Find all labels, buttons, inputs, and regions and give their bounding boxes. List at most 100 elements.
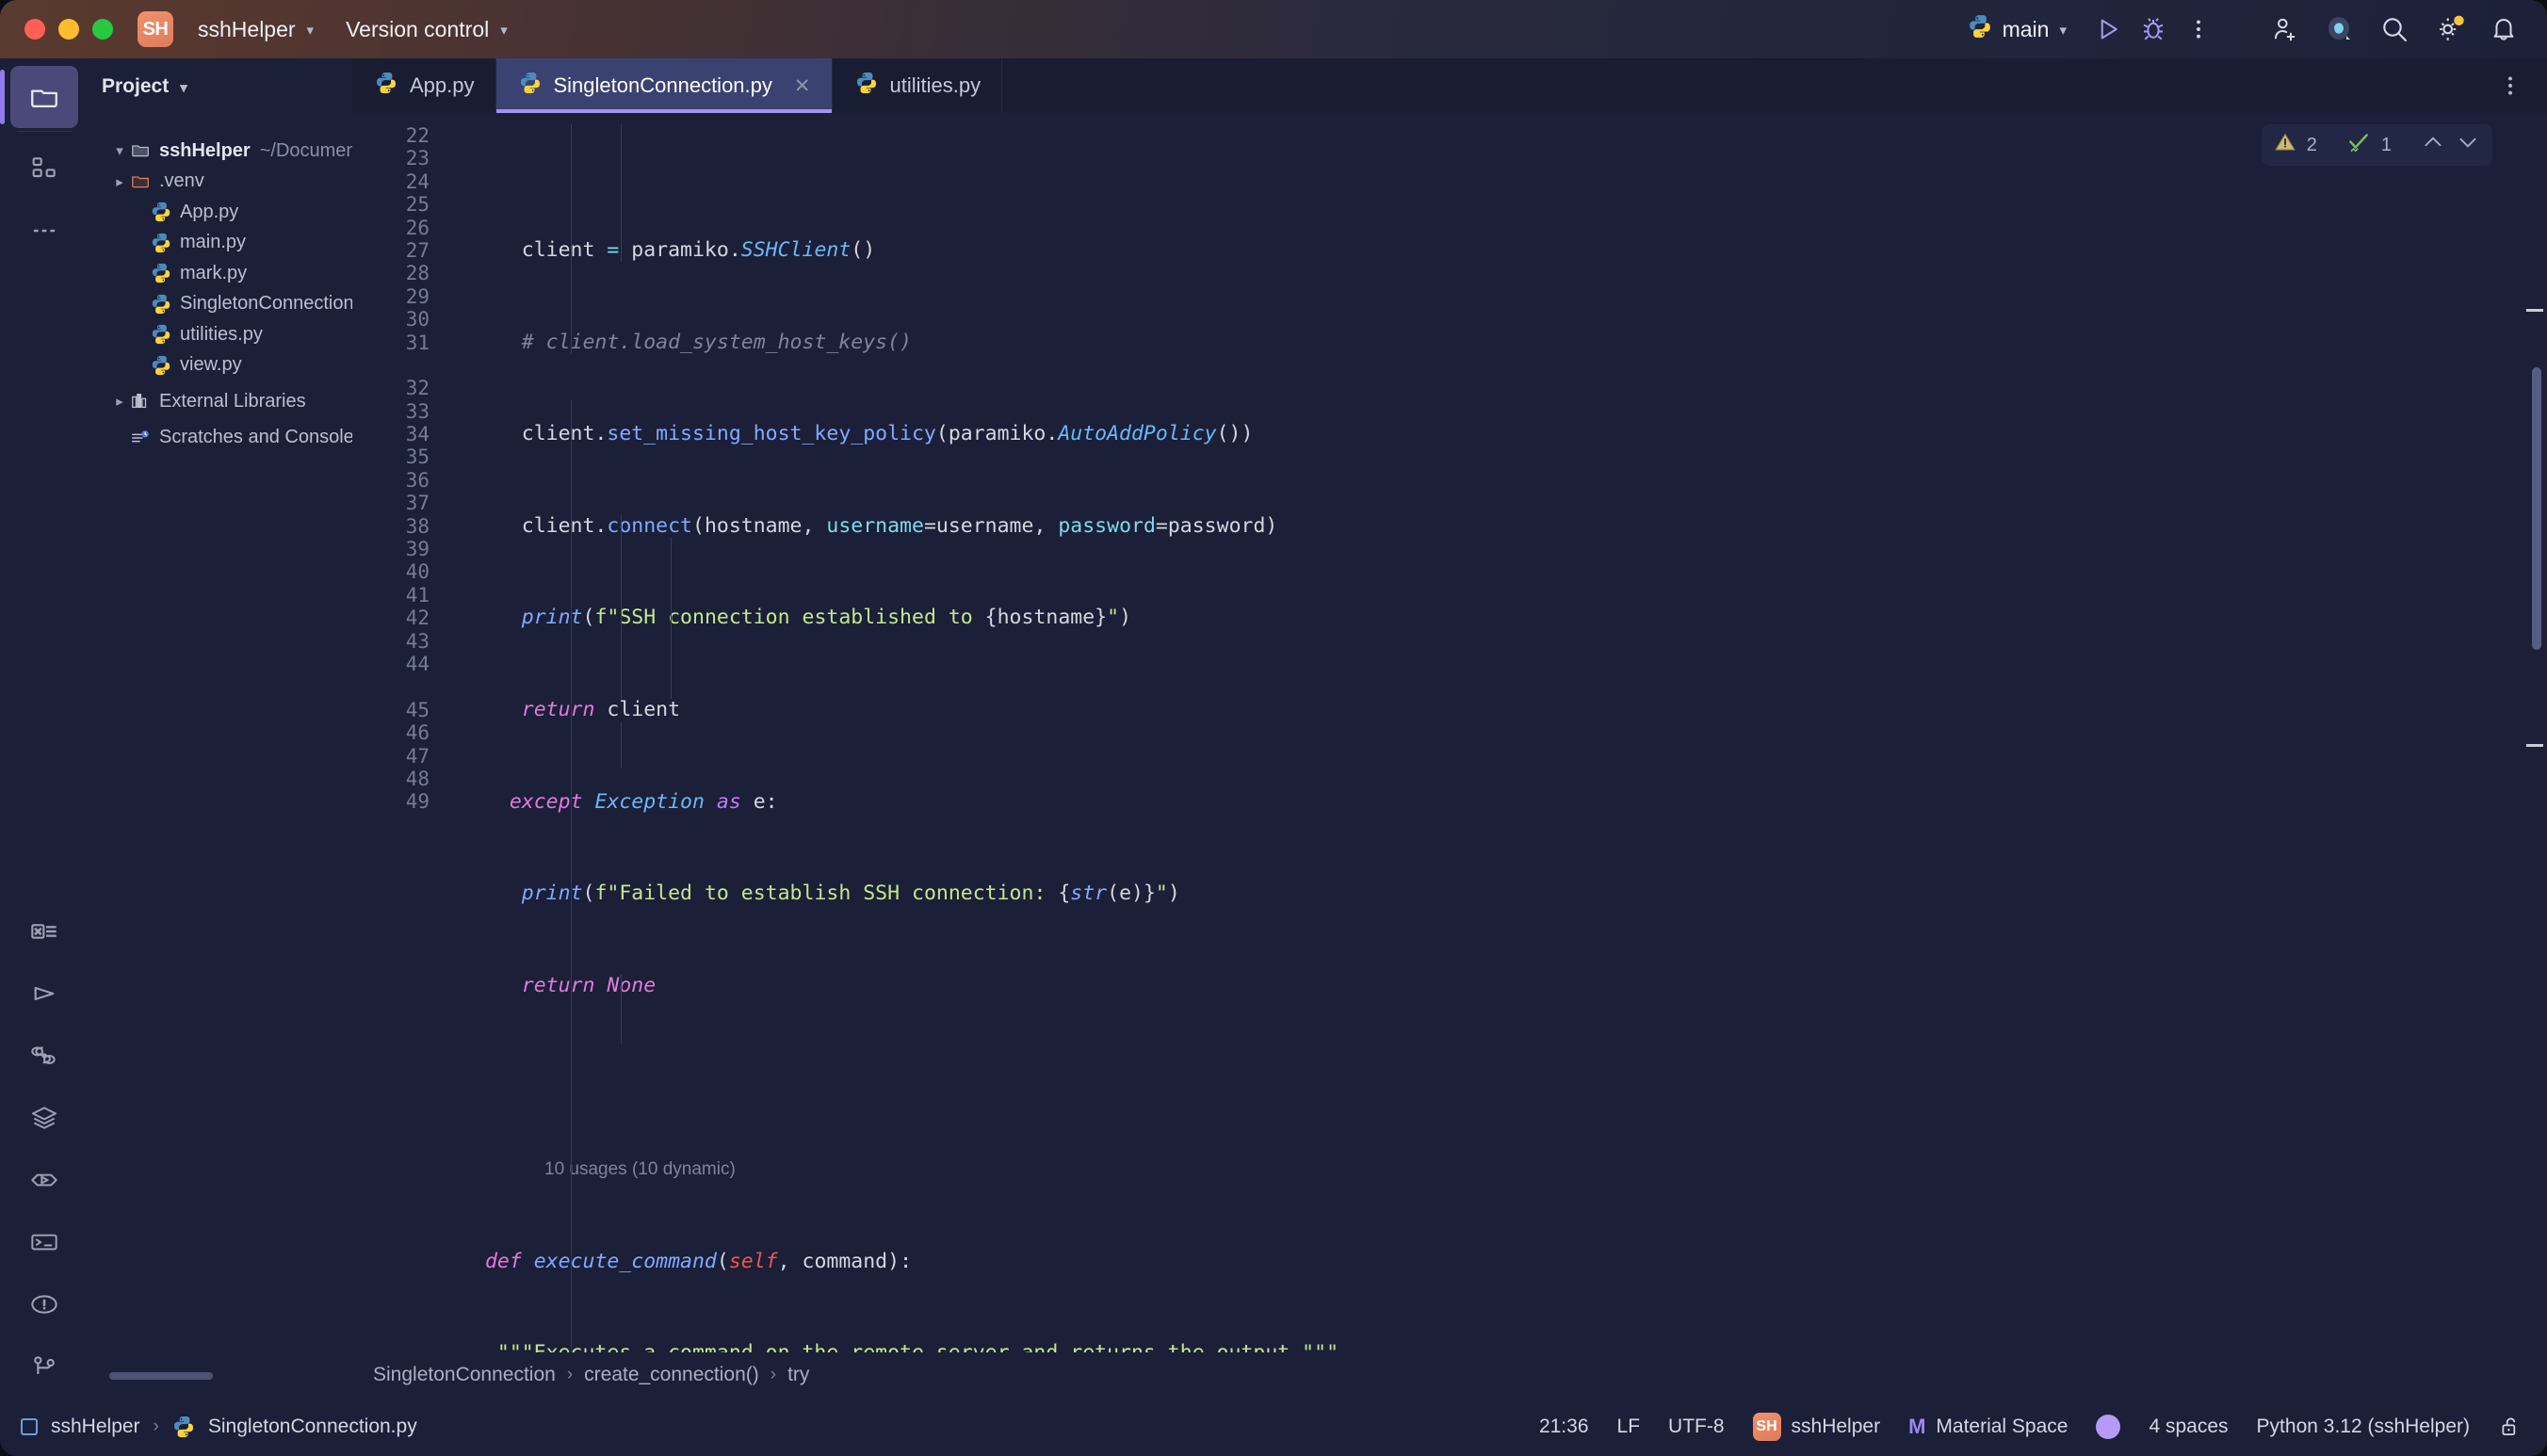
status-indicator-dot[interactable] xyxy=(2096,1415,2121,1439)
editor-tab-options-button[interactable] xyxy=(2474,58,2547,113)
tree-item-mark-py[interactable]: mark.py xyxy=(92,258,352,289)
collapse-arrow-icon[interactable]: ▾ xyxy=(109,142,130,159)
notifications-button[interactable] xyxy=(2481,7,2526,52)
expand-arrow-icon[interactable]: ▸ xyxy=(109,173,130,190)
version-control-label: Version control xyxy=(346,16,490,41)
close-window-button[interactable] xyxy=(24,19,45,40)
structure-icon xyxy=(32,157,56,178)
usage-hint[interactable]: 10 usages (10 dynamic) xyxy=(446,1158,2519,1181)
python-interpreter[interactable]: Python 3.12 (sshHelper) xyxy=(2257,1416,2470,1438)
version-control-menu[interactable]: Version control ▾ xyxy=(336,13,517,46)
editor-scrollbar-area[interactable] xyxy=(2519,113,2547,1352)
line-number: 46 xyxy=(405,721,430,745)
status-file-name[interactable]: SingletonConnection.py xyxy=(208,1416,417,1438)
line-separator[interactable]: LF xyxy=(1617,1416,1641,1438)
gutter-hint-spacer: . xyxy=(352,675,430,698)
tab-bar-spacer xyxy=(1002,58,2474,113)
project-tree: ▾ sshHelper~/Documents/ ▸ xyxy=(92,115,352,1354)
sidebar-item-terminal[interactable] xyxy=(10,1211,78,1273)
tree-item-scratches-and-consoles[interactable]: Scratches and Consoles xyxy=(92,423,352,454)
more-actions-button[interactable] xyxy=(2176,7,2221,52)
sidebar-item-services[interactable] xyxy=(10,1087,78,1149)
problems-icon xyxy=(31,1295,57,1314)
window-controls[interactable] xyxy=(24,19,113,40)
material-theme-icon: M xyxy=(1908,1415,1926,1438)
sidebar-item-database[interactable] xyxy=(10,900,78,963)
run-config-label: main xyxy=(2002,16,2050,41)
warning-count: 2 xyxy=(2306,134,2317,155)
sidebar-item-version-control[interactable] xyxy=(10,1335,78,1398)
tree-item-utilities-py[interactable]: utilities.py xyxy=(92,319,352,350)
chevron-down-icon[interactable] xyxy=(2456,130,2480,160)
tree-item-external-libraries[interactable]: ▸ External Libraries xyxy=(92,386,352,417)
theme-selector[interactable]: M Material Space xyxy=(1908,1415,2068,1439)
code-line-25: client.connect(hostname, username=userna… xyxy=(521,513,1278,538)
unlocked-icon[interactable] xyxy=(2498,1415,2523,1439)
tree-item-singletonconnection-py[interactable]: SingletonConnection.p xyxy=(92,289,352,320)
settings-button[interactable] xyxy=(2426,7,2472,52)
gutter-hint-spacer: . xyxy=(352,354,430,377)
expand-arrow-icon[interactable]: ▸ xyxy=(109,393,130,410)
run-button[interactable] xyxy=(2085,7,2131,52)
tree-item-label: utilities.py xyxy=(180,323,263,345)
tab-utilities-py[interactable]: utilities.py xyxy=(833,58,1003,113)
debug-button[interactable] xyxy=(2131,7,2176,52)
run-configuration-selector[interactable]: main ▾ xyxy=(1968,14,2067,44)
sidebar-item-more-tool-windows[interactable] xyxy=(10,200,78,262)
chevron-down-icon[interactable]: ▾ xyxy=(180,79,187,96)
line-number: 23 xyxy=(405,147,430,170)
minimize-window-button[interactable] xyxy=(58,19,79,40)
add-user-button[interactable] xyxy=(2263,7,2308,52)
titlebar-right-actions xyxy=(2263,7,2526,52)
sidebar-item-structure[interactable] xyxy=(10,138,78,200)
vertical-scrollbar-thumb[interactable] xyxy=(2532,367,2541,650)
sidebar-item-python-packages[interactable] xyxy=(10,1025,78,1087)
project-panel-header[interactable]: Project ▾ xyxy=(92,58,352,115)
breadcrumb-item-method[interactable]: create_connection() xyxy=(584,1364,759,1386)
tree-item-app-py[interactable]: App.py xyxy=(92,197,352,228)
python-file-icon xyxy=(151,294,171,315)
file-encoding[interactable]: UTF-8 xyxy=(1668,1416,1725,1438)
breadcrumb-item-block[interactable]: try xyxy=(787,1364,809,1386)
line-number: 25 xyxy=(405,193,430,217)
sidebar-item-problems[interactable] xyxy=(10,1273,78,1335)
source-code[interactable]: client = paramiko.SSHClient() # client.l… xyxy=(446,113,2519,1352)
project-name-menu[interactable]: sshHelper ▾ xyxy=(188,13,323,46)
run-anything-icon xyxy=(31,1173,57,1187)
line-number: 39 xyxy=(405,538,430,561)
tree-item-venv[interactable]: ▸ .venv xyxy=(92,167,352,198)
search-button[interactable] xyxy=(2372,7,2417,52)
python-file-icon xyxy=(151,263,171,283)
code-editor[interactable]: 2 1 22 23 24 25 26 27 28 29 30 31 32 33 … xyxy=(352,113,2547,1352)
status-project-name[interactable]: sshHelper xyxy=(51,1416,140,1438)
cursor-position[interactable]: 21:36 xyxy=(1539,1416,1589,1438)
interpreter-project[interactable]: SH sshHelper xyxy=(1752,1413,1880,1441)
line-number: 40 xyxy=(405,560,430,584)
sidebar-item-run[interactable] xyxy=(10,963,78,1025)
line-number: 22 xyxy=(405,124,430,147)
code-line-23: # client.load_system_host_keys() xyxy=(521,330,912,354)
tab-app-py[interactable]: App.py xyxy=(352,58,496,113)
code-content[interactable]: client = paramiko.SSHClient() # client.l… xyxy=(446,113,2519,1352)
tree-item-main-py[interactable]: main.py xyxy=(92,228,352,259)
run-triangle-icon xyxy=(34,986,55,1001)
horizontal-scrollbar[interactable] xyxy=(109,1372,213,1380)
close-tab-icon[interactable]: ✕ xyxy=(794,74,811,98)
status-bar-left: sshHelper › SingletonConnection.py xyxy=(21,1416,417,1438)
sidebar-item-run-anything[interactable] xyxy=(10,1149,78,1211)
scratches-icon xyxy=(130,428,151,448)
sidebar-item-project[interactable] xyxy=(0,66,78,128)
tree-item-label: main.py xyxy=(180,232,247,253)
theme-label: Material Space xyxy=(1936,1416,2068,1437)
breadcrumb-item-class[interactable]: SingletonConnection xyxy=(373,1364,556,1386)
tree-item-view-py[interactable]: view.py xyxy=(92,350,352,381)
tab-singletonconnection-py[interactable]: SingletonConnection.py ✕ xyxy=(495,58,833,113)
maximize-window-button[interactable] xyxy=(92,19,113,40)
ok-count: 1 xyxy=(2380,134,2392,155)
tree-item-sshhelper[interactable]: ▾ sshHelper~/Documents/ xyxy=(92,136,352,167)
ai-assistant-button[interactable] xyxy=(2317,7,2362,52)
indent-setting[interactable]: 4 spaces xyxy=(2149,1416,2228,1438)
inspections-widget[interactable]: 2 1 xyxy=(2261,124,2492,166)
chevron-up-icon[interactable] xyxy=(2421,130,2445,160)
editor-tab-bar: App.py SingletonConnection.py ✕ utilitie… xyxy=(352,58,2547,113)
